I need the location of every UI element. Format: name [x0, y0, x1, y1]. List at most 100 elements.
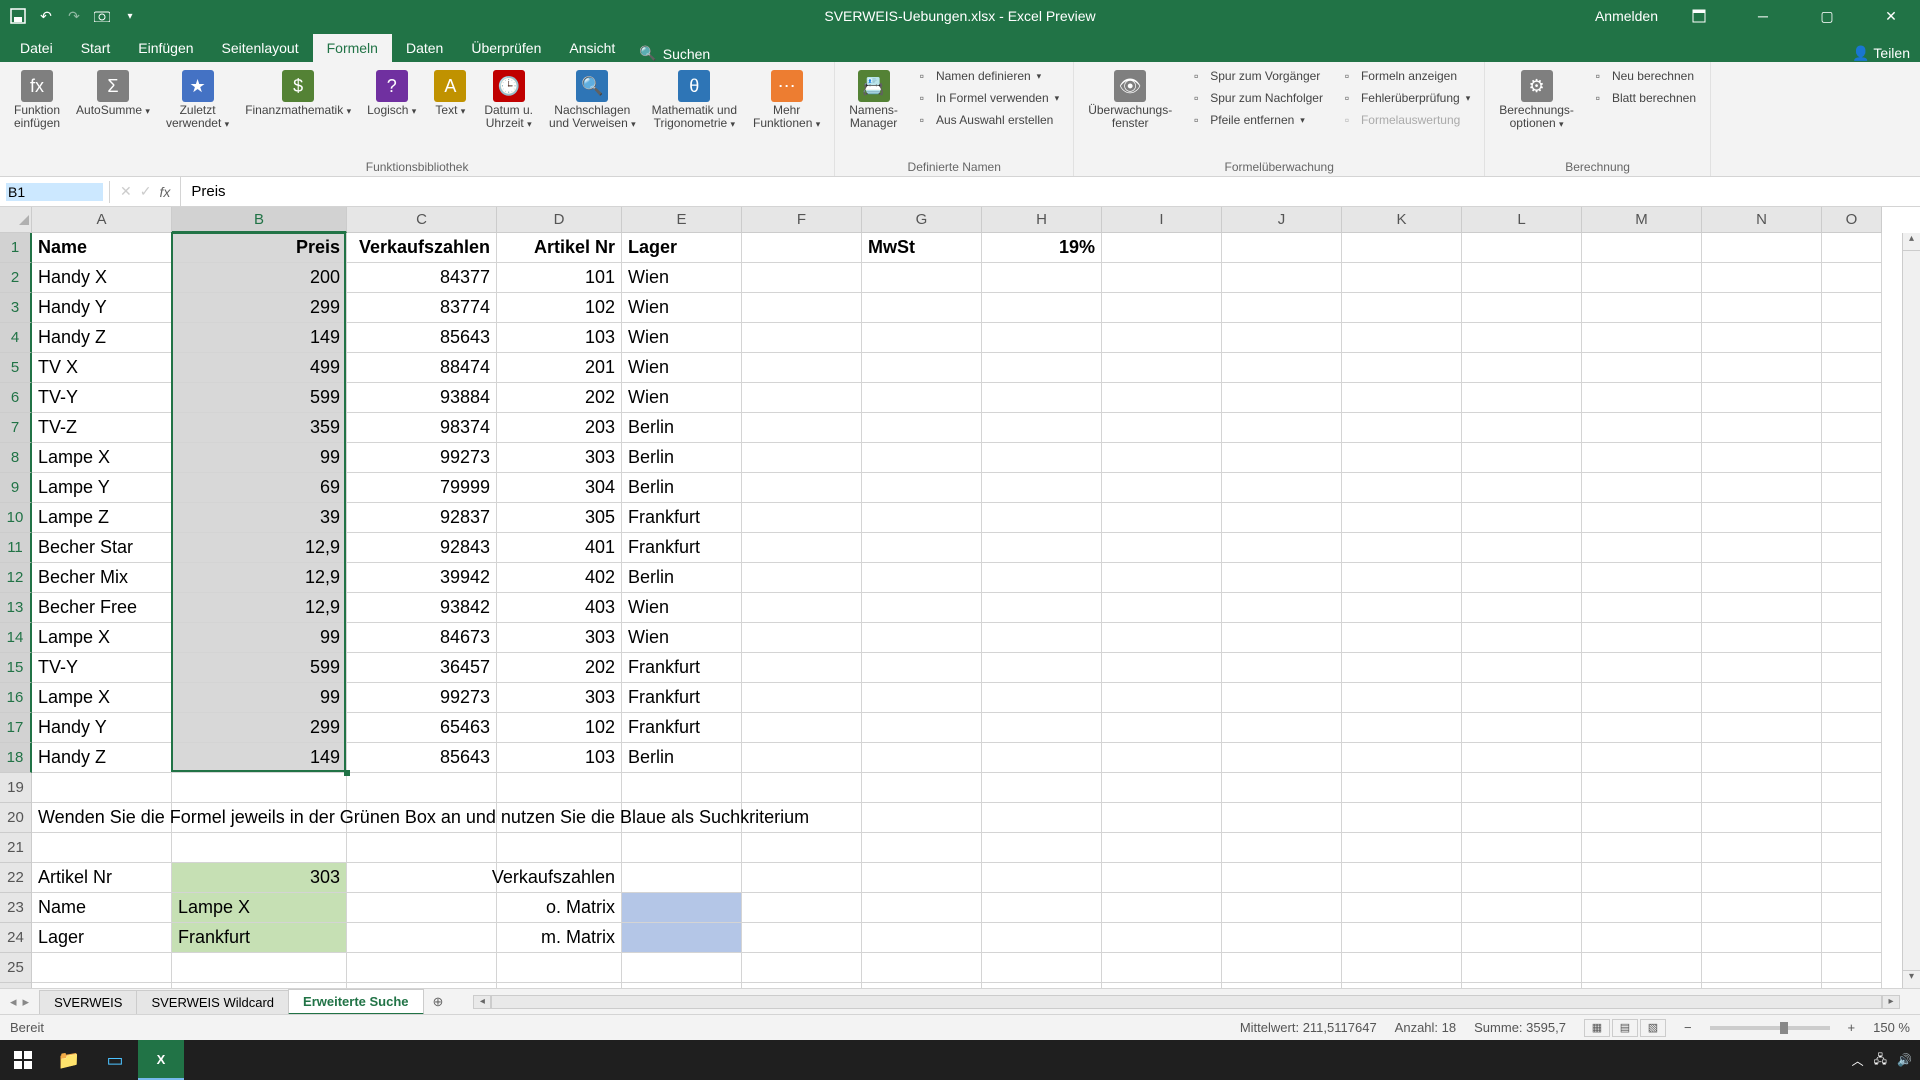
row-header[interactable]: 18 [0, 743, 32, 773]
cell-A3[interactable]: Handy Y [32, 293, 172, 323]
row-header[interactable]: 6 [0, 383, 32, 413]
cell-N17[interactable] [1702, 713, 1822, 743]
cell-N25[interactable] [1702, 953, 1822, 983]
formeln-anz[interactable]: ▫Formeln anzeigen [1333, 66, 1476, 86]
cell-O26[interactable] [1822, 983, 1882, 988]
cell-I2[interactable] [1102, 263, 1222, 293]
cell-I24[interactable] [1102, 923, 1222, 953]
col-header-C[interactable]: C [347, 207, 497, 233]
enter-formula-icon[interactable]: ✓ [140, 183, 152, 200]
cell-A1[interactable]: Name [32, 233, 172, 263]
camera-icon[interactable] [94, 8, 110, 24]
cell-H12[interactable] [982, 563, 1102, 593]
cell-B6[interactable]: 599 [172, 383, 347, 413]
cell-D9[interactable]: 304 [497, 473, 622, 503]
cell-D10[interactable]: 305 [497, 503, 622, 533]
cell-G9[interactable] [862, 473, 982, 503]
cell-F13[interactable] [742, 593, 862, 623]
cell-F1[interactable] [742, 233, 862, 263]
cell-D1[interactable]: Artikel Nr [497, 233, 622, 263]
row-header[interactable]: 24 [0, 923, 32, 953]
sheet-tab-sverweis[interactable]: SVERWEIS [39, 990, 137, 1015]
cell-J5[interactable] [1222, 353, 1342, 383]
cell-E24[interactable] [622, 923, 742, 953]
cell-L1[interactable] [1462, 233, 1582, 263]
cell-E22[interactable] [622, 863, 742, 893]
cell-L11[interactable] [1462, 533, 1582, 563]
cell-J17[interactable] [1222, 713, 1342, 743]
cell-O14[interactable] [1822, 623, 1882, 653]
col-header-L[interactable]: L [1462, 207, 1582, 233]
cell-N24[interactable] [1702, 923, 1822, 953]
blatt-berech[interactable]: ▫Blatt berechnen [1584, 88, 1702, 108]
cell-O5[interactable] [1822, 353, 1882, 383]
zoom-out-icon[interactable]: − [1684, 1020, 1692, 1035]
cell-N20[interactable] [1702, 803, 1822, 833]
cell-M23[interactable] [1582, 893, 1702, 923]
cell-O13[interactable] [1822, 593, 1882, 623]
cell-A25[interactable] [32, 953, 172, 983]
cell-O21[interactable] [1822, 833, 1882, 863]
cell-I7[interactable] [1102, 413, 1222, 443]
cell-A6[interactable]: TV-Y [32, 383, 172, 413]
cell-L13[interactable] [1462, 593, 1582, 623]
row-header[interactable]: 25 [0, 953, 32, 983]
col-header-K[interactable]: K [1342, 207, 1462, 233]
cell-L7[interactable] [1462, 413, 1582, 443]
cell-I14[interactable] [1102, 623, 1222, 653]
cell-J3[interactable] [1222, 293, 1342, 323]
cell-J1[interactable] [1222, 233, 1342, 263]
cell-D7[interactable]: 203 [497, 413, 622, 443]
row-header[interactable]: 26 [0, 983, 32, 988]
cell-L6[interactable] [1462, 383, 1582, 413]
row-header[interactable]: 12 [0, 563, 32, 593]
aus-auswahl[interactable]: ▫Aus Auswahl erstellen [908, 110, 1065, 130]
cell-C7[interactable]: 98374 [347, 413, 497, 443]
cell-G15[interactable] [862, 653, 982, 683]
cell-A22[interactable]: Artikel Nr [32, 863, 172, 893]
row-header[interactable]: 20 [0, 803, 32, 833]
cell-I10[interactable] [1102, 503, 1222, 533]
horizontal-scrollbar[interactable]: ◂▸ [473, 995, 1900, 1009]
autosumme[interactable]: ΣAutoSumme ▾ [70, 66, 156, 121]
cell-F26[interactable] [742, 983, 862, 988]
cell-I15[interactable] [1102, 653, 1222, 683]
cell-A15[interactable]: TV-Y [32, 653, 172, 683]
cell-B19[interactable] [172, 773, 347, 803]
cell-H21[interactable] [982, 833, 1102, 863]
cell-N13[interactable] [1702, 593, 1822, 623]
cell-F18[interactable] [742, 743, 862, 773]
cell-M13[interactable] [1582, 593, 1702, 623]
cell-K24[interactable] [1342, 923, 1462, 953]
name-def[interactable]: ▫Namen definieren ▾ [908, 66, 1065, 86]
cell-F14[interactable] [742, 623, 862, 653]
cell-K12[interactable] [1342, 563, 1462, 593]
cell-J7[interactable] [1222, 413, 1342, 443]
cell-H13[interactable] [982, 593, 1102, 623]
tab-ansicht[interactable]: Ansicht [555, 34, 629, 62]
cell-M25[interactable] [1582, 953, 1702, 983]
cell-L17[interactable] [1462, 713, 1582, 743]
cell-H6[interactable] [982, 383, 1102, 413]
cell-H5[interactable] [982, 353, 1102, 383]
close-icon[interactable]: ✕ [1868, 0, 1914, 32]
cell-A8[interactable]: Lampe X [32, 443, 172, 473]
cell-N23[interactable] [1702, 893, 1822, 923]
cell-D15[interactable]: 202 [497, 653, 622, 683]
cell-I13[interactable] [1102, 593, 1222, 623]
zoom-in-icon[interactable]: + [1848, 1020, 1856, 1035]
cell-B5[interactable]: 499 [172, 353, 347, 383]
cell-K13[interactable] [1342, 593, 1462, 623]
view-normal-icon[interactable]: ▦ [1584, 1019, 1610, 1037]
cell-K8[interactable] [1342, 443, 1462, 473]
row-header[interactable]: 23 [0, 893, 32, 923]
cell-F11[interactable] [742, 533, 862, 563]
cell-I17[interactable] [1102, 713, 1222, 743]
cell-M19[interactable] [1582, 773, 1702, 803]
cell-O15[interactable] [1822, 653, 1882, 683]
cell-J9[interactable] [1222, 473, 1342, 503]
cell-H20[interactable] [982, 803, 1102, 833]
cell-C21[interactable] [347, 833, 497, 863]
share-button[interactable]: 👤 Teilen [1852, 45, 1910, 62]
cell-G4[interactable] [862, 323, 982, 353]
